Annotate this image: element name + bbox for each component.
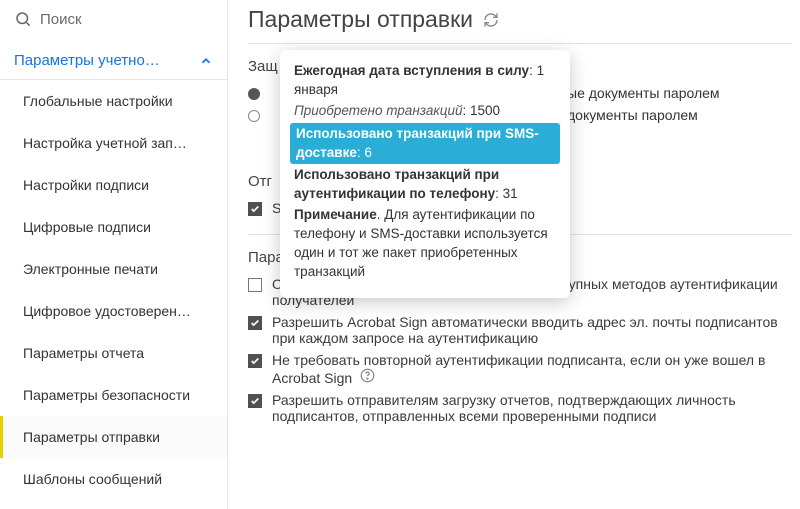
identity-opt-3[interactable]: Не требовать повторной аутентификации по… <box>248 352 792 386</box>
page-title: Параметры отправки <box>248 6 792 33</box>
popover-row3-label: Использовано транзакций при SMS-доставке <box>296 126 539 160</box>
sidebar-nav: Глобальные настройкиНастройка учетной за… <box>0 80 227 509</box>
popover-highlight-row: Использовано транзакций при SMS-доставке… <box>290 123 560 165</box>
radio-icon <box>248 110 260 122</box>
divider <box>248 43 792 44</box>
sidebar-item-1[interactable]: Настройка учетной зап… <box>0 122 227 164</box>
popover-row4-label: Использовано транзакций при аутентификац… <box>294 167 499 201</box>
sidebar-item-4[interactable]: Электронные печати <box>0 248 227 290</box>
radio-1-suffix: ые документы паролем <box>567 85 720 101</box>
search-icon <box>14 10 32 28</box>
sidebar-item-2[interactable]: Настройки подписи <box>0 164 227 206</box>
sidebar-item-8[interactable]: Параметры отправки <box>0 416 227 458</box>
popover-row1-label: Ежегодная дата вступления в силу <box>294 63 529 78</box>
identity-opt-2[interactable]: Разрешить Acrobat Sign автоматически вво… <box>248 314 792 346</box>
identity-opt-4-label: Разрешить отправителям загрузку отчетов,… <box>272 392 792 424</box>
sidebar-item-3[interactable]: Цифровые подписи <box>0 206 227 248</box>
checkbox-icon <box>248 354 262 368</box>
checkbox-icon <box>248 202 262 216</box>
popover-row4-value: 31 <box>503 186 518 201</box>
sidebar-item-6[interactable]: Параметры отчета <box>0 332 227 374</box>
help-icon <box>360 368 375 383</box>
popover-row2-label: Приобретено транзакций <box>294 103 463 118</box>
identity-opt-2-label: Разрешить Acrobat Sign автоматически вво… <box>272 314 792 346</box>
sidebar-item-9[interactable]: Шаблоны сообщений <box>0 458 227 500</box>
sidebar-item-0[interactable]: Глобальные настройки <box>0 80 227 122</box>
account-settings-label: Параметры учетно… <box>14 52 160 69</box>
checkbox-icon <box>248 394 262 408</box>
popover-row3-value: 6 <box>364 145 372 160</box>
checkbox-icon <box>248 316 262 330</box>
radio-icon <box>248 88 260 100</box>
identity-opt-4[interactable]: Разрешить отправителям загрузку отчетов,… <box>248 392 792 424</box>
sidebar: Поиск Параметры учетно… Глобальные настр… <box>0 0 228 509</box>
radio-2-suffix: документы паролем <box>567 107 698 123</box>
usage-popover: Ежегодная дата вступления в силу: 1 янва… <box>280 50 570 298</box>
sidebar-item-5[interactable]: Цифровое удостоверен… <box>0 290 227 332</box>
popover-row2-value: 1500 <box>470 103 500 118</box>
checkbox-icon <box>248 278 262 292</box>
account-settings-collapsible[interactable]: Параметры учетно… <box>0 42 227 80</box>
page-title-text: Параметры отправки <box>248 6 473 33</box>
refresh-icon[interactable] <box>483 12 499 28</box>
search-row[interactable]: Поиск <box>0 0 227 42</box>
opt3-help[interactable] <box>356 368 375 383</box>
search-placeholder: Поиск <box>40 11 82 28</box>
chevron-up-icon <box>199 54 213 68</box>
identity-opt-3-label: Не требовать повторной аутентификации по… <box>272 352 792 386</box>
sidebar-item-7[interactable]: Параметры безопасности <box>0 374 227 416</box>
popover-note-label: Примечание <box>294 207 377 222</box>
